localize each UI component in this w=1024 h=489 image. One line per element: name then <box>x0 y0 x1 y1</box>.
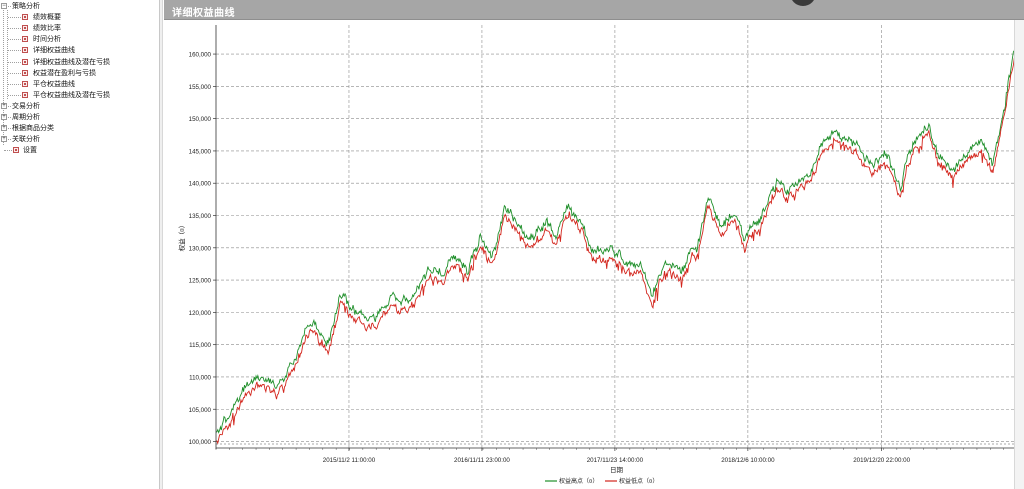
y-tick-label: 160,000 <box>189 52 212 59</box>
grid <box>216 25 1017 448</box>
y-tick-label: 155,000 <box>189 84 212 91</box>
y-axis-label: 权益（¤） <box>177 222 186 252</box>
x-tick-label: 2018/12/6 10:00:00 <box>721 457 775 464</box>
x-tick-label: 2017/11/23 14:00:00 <box>587 457 644 464</box>
x-tick-label: 2019/12/20 22:00:00 <box>853 457 910 464</box>
legend-label: 权益高点（¤） <box>559 477 598 485</box>
legend-label: 权益低点（¤） <box>619 477 658 485</box>
series-area <box>215 35 1018 445</box>
y-tick-label: 135,000 <box>189 213 212 220</box>
y-tick-label: 105,000 <box>189 407 212 414</box>
y-tick-label: 120,000 <box>189 310 212 317</box>
y-tick-label: 125,000 <box>189 278 212 285</box>
x-tick-label: 2016/11/11 23:00:00 <box>454 457 510 464</box>
y-tick-label: 115,000 <box>189 342 211 349</box>
y-tick-label: 150,000 <box>189 116 212 123</box>
legend: 权益高点（¤） 权益低点（¤） <box>545 477 658 485</box>
series-low-line <box>215 41 1018 445</box>
equity-chart: 100,000 105,000 110,000 115,000 120,000 125,0… <box>177 25 1018 485</box>
y-tick-label: 100,000 <box>189 439 212 446</box>
y-tick-label: 140,000 <box>189 181 212 188</box>
x-axis-label: 日期 <box>610 466 624 474</box>
y-tick-label: 145,000 <box>189 148 212 155</box>
y-tick-label: 130,000 <box>189 245 212 252</box>
series-high-line <box>215 35 1018 434</box>
x-tick-label: 2015/11/2 11:00:00 <box>323 457 376 464</box>
y-tick-label: 110,000 <box>189 374 211 381</box>
vertical-scrollbar[interactable] <box>1014 20 1024 489</box>
